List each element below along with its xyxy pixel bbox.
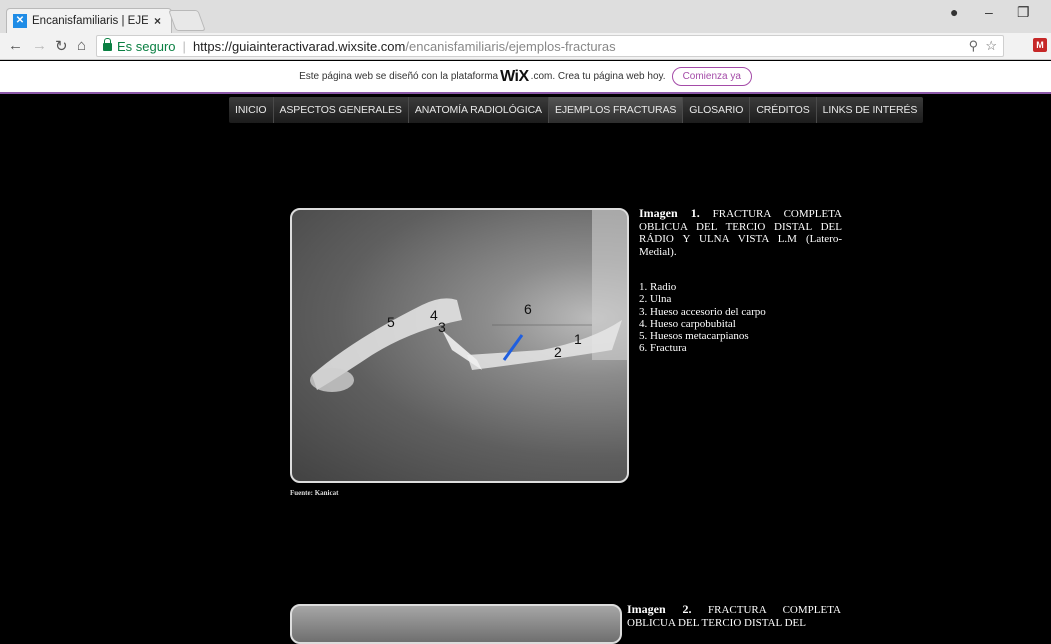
reload-icon[interactable]: ↻ <box>55 37 68 55</box>
tab-title: Encanisfamiliaris | EJEMPL <box>32 15 148 27</box>
image1-legend: 1. Radio 2. Ulna 3. Hueso accesorio del … <box>639 281 766 355</box>
nav-item-anatomia-radiologica[interactable]: ANATOMÍA RADIOLÓGICA <box>409 97 549 123</box>
back-arrow-icon[interactable]: ← <box>8 37 23 54</box>
url-path: /encanisfamiliaris/ejemplos-fracturas <box>405 38 616 54</box>
nav-item-links-de-interes[interactable]: LINKS DE INTERÉS <box>817 97 924 123</box>
image2-caption-title: Imagen 2. <box>627 602 692 616</box>
legend-item: 5. Huesos metacarpianos <box>639 330 749 343</box>
lock-icon <box>103 38 112 51</box>
wix-favicon-icon: ✕ <box>13 14 27 28</box>
legend-item: 2. Ulna <box>639 293 672 306</box>
browser-tab[interactable]: ✕ Encanisfamiliaris | EJEMPL × <box>6 8 172 33</box>
url-host: https://guiainteractivarad.wixsite.com <box>192 38 406 54</box>
wix-banner-text: Este página web se diseñó con la platafo… <box>299 71 499 82</box>
zoom-icon[interactable]: ⚲ ☆ <box>969 38 997 54</box>
wix-banner-text-after: .com. Crea tu página web hoy. <box>530 71 666 82</box>
browser-tab-strip: ✕ Encanisfamiliaris | EJEMPL × ● – ❐ <box>0 0 1051 33</box>
nav-item-aspectos-generales[interactable]: ASPECTOS GENERALES <box>274 97 409 123</box>
extension-icon[interactable]: M <box>1033 38 1047 52</box>
start-now-button[interactable]: Comienza ya <box>671 67 752 86</box>
label-1: 1 <box>574 331 582 347</box>
label-2: 2 <box>554 344 562 360</box>
profile-icon[interactable]: ● <box>950 4 958 20</box>
home-icon[interactable]: ⌂ <box>77 37 86 54</box>
label-3: 3 <box>438 319 446 335</box>
legend-item: 4. Hueso carpobubital <box>639 317 736 330</box>
wix-logo[interactable]: WiX <box>500 68 529 86</box>
label-6: 6 <box>524 301 532 317</box>
xray-image-1[interactable]: 5 4 3 6 1 2 <box>290 208 629 483</box>
address-bar[interactable]: Es seguro | https://guiainteractivarad.w… <box>96 35 1004 57</box>
nav-item-creditos[interactable]: CRÉDITOS <box>750 97 817 123</box>
restore-icon[interactable]: ❐ <box>1017 4 1030 21</box>
image2-caption: Imagen 2. FRACTURA COMPLETA OBLICUA DEL … <box>627 603 841 629</box>
image1-caption-title: Imagen 1. <box>639 206 700 220</box>
legend-item: 1. Radio <box>639 281 677 293</box>
legend-item: 3. Hueso accesorio del carpo <box>639 305 766 318</box>
image1-caption: Imagen 1. FRACTURA COMPLETA OBLICUA DEL … <box>639 207 842 258</box>
minimize-icon[interactable]: – <box>985 4 993 20</box>
xray-illustration: 5 4 3 6 1 2 <box>310 210 627 392</box>
divider: | <box>182 38 186 54</box>
site-nav: INICIO ASPECTOS GENERALES ANATOMÍA RADIO… <box>229 97 924 123</box>
label-4: 4 <box>430 307 438 323</box>
nav-item-ejemplos-fracturas[interactable]: EJEMPLOS FRACTURAS <box>548 97 684 123</box>
new-tab-button[interactable] <box>168 10 206 31</box>
nav-item-inicio[interactable]: INICIO <box>229 97 274 123</box>
nav-item-glosario[interactable]: GLOSARIO <box>683 97 751 123</box>
forward-arrow-icon[interactable]: → <box>32 37 47 54</box>
label-5: 5 <box>387 314 395 330</box>
wix-banner: Este página web se diseñó con la platafo… <box>0 61 1051 94</box>
image-source: Fuente: Kanicat <box>290 489 339 497</box>
secure-label: Es seguro <box>117 38 176 54</box>
legend-item: 6. Fractura <box>639 342 687 355</box>
tab-close-icon[interactable]: × <box>154 14 161 28</box>
browser-toolbar: ← → ↻ ⌂ Es seguro | https://guiainteract… <box>0 33 1051 60</box>
xray-image-2[interactable] <box>290 604 622 644</box>
